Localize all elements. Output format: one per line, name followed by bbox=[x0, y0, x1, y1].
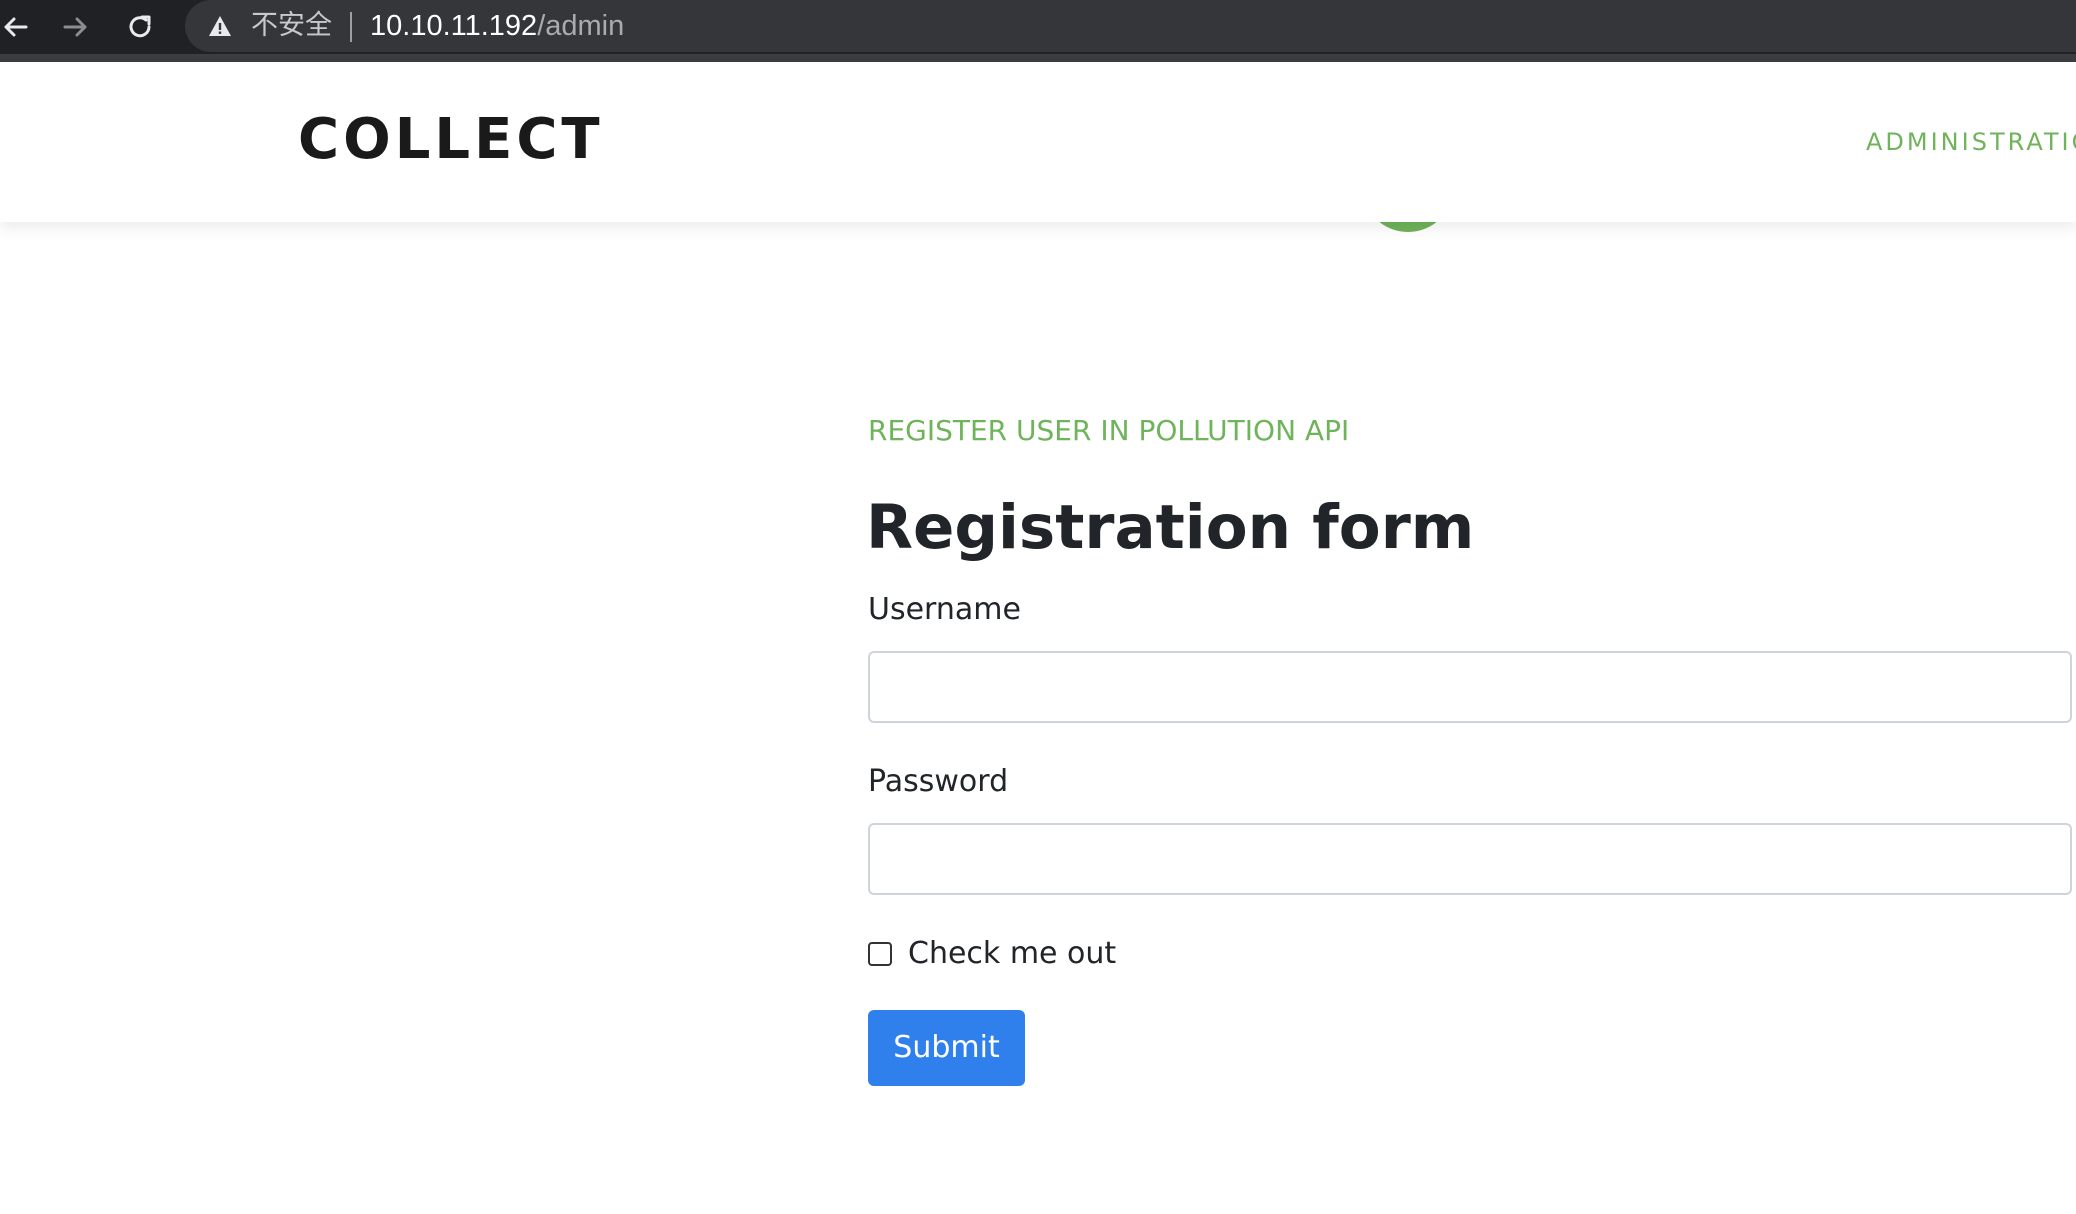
reload-icon bbox=[129, 15, 151, 38]
security-status-label[interactable]: 不安全 bbox=[251, 8, 332, 44]
arrow-right-icon bbox=[63, 17, 87, 37]
username-label: Username bbox=[868, 592, 1021, 627]
back-button[interactable] bbox=[0, 0, 40, 54]
arrow-left-icon bbox=[4, 17, 28, 37]
site-header: COLLECT ADMINISTRATIO bbox=[0, 62, 2076, 222]
address-bar[interactable]: 不安全 10.10.11.192/admin bbox=[185, 0, 2076, 52]
url-host: 10.10.11.192 bbox=[370, 10, 538, 42]
url-path: /admin bbox=[537, 10, 625, 42]
forward-button[interactable] bbox=[51, 0, 101, 54]
address-divider bbox=[350, 12, 352, 42]
brand-logo[interactable]: COLLECT bbox=[298, 104, 604, 176]
warning-icon bbox=[209, 16, 231, 36]
browser-toolbar: 不安全 10.10.11.192/admin bbox=[0, 0, 2076, 54]
password-input[interactable] bbox=[868, 823, 2072, 895]
page-title: Registration form bbox=[866, 492, 1475, 563]
submit-button[interactable]: Submit bbox=[868, 1010, 1025, 1086]
password-label: Password bbox=[868, 764, 1009, 799]
section-eyebrow: REGISTER USER IN POLLUTION API bbox=[868, 414, 1350, 447]
reload-button[interactable] bbox=[115, 0, 165, 54]
toolbar-divider bbox=[0, 54, 2076, 62]
checkbox-label[interactable]: Check me out bbox=[908, 934, 1116, 974]
username-input[interactable] bbox=[868, 651, 2072, 723]
check-me-out-checkbox[interactable] bbox=[868, 942, 892, 966]
url-text[interactable]: 10.10.11.192/admin bbox=[370, 8, 624, 44]
nav-link-administration[interactable]: ADMINISTRATIO bbox=[1866, 124, 2076, 160]
